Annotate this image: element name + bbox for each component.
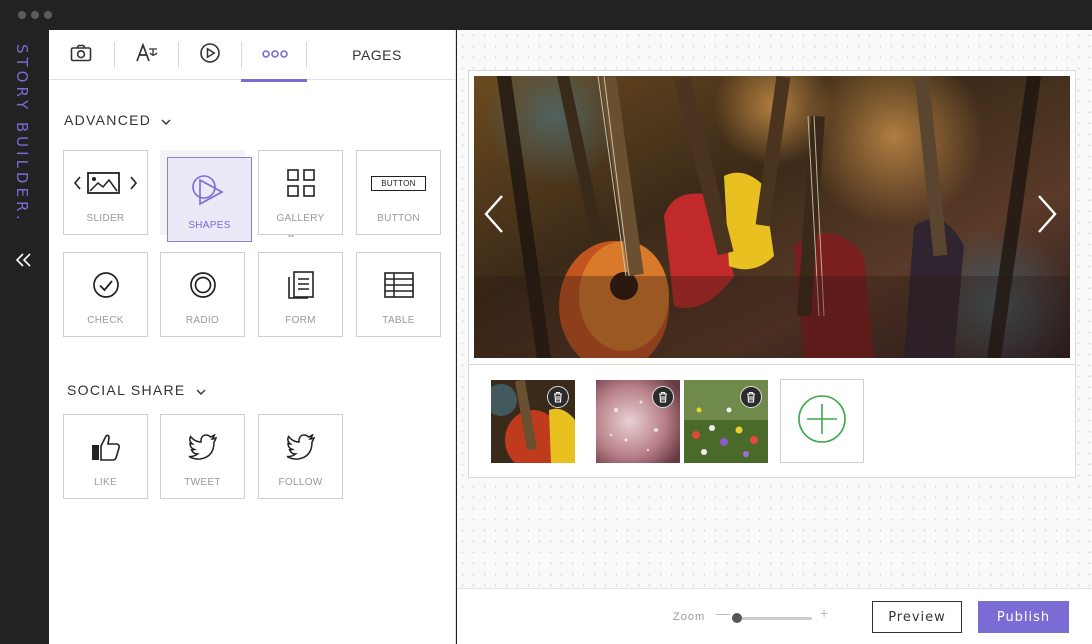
chevron-down-icon [196,382,206,398]
zoom-label: Zoom [673,611,706,623]
zoom-slider[interactable] [732,613,812,623]
delete-slide-icon[interactable] [740,386,762,408]
tab-text[interactable] [125,30,169,80]
component-form[interactable]: FORM [258,252,343,337]
add-slide-button[interactable] [780,379,864,463]
collapse-panel-icon[interactable] [13,250,35,270]
app-brand: STORY BUILDER. [13,44,31,224]
component-gallery[interactable]: GALLERY [258,150,343,235]
component-label: FOLLOW [278,477,323,488]
social-section-title: SOCIAL SHARE [67,382,186,398]
zoom-slider-knob[interactable] [732,613,742,623]
toolbar-divider [178,42,179,68]
window-titlebar [0,0,1092,30]
component-label: RADIO [185,315,220,326]
more-icon [262,46,288,64]
advanced-section-title: ADVANCED [64,112,152,128]
window-dot[interactable] [18,11,26,19]
tab-photo[interactable] [59,30,103,80]
chevron-down-icon [161,112,171,128]
tab-pages[interactable]: PAGES [319,30,435,80]
slider-next-icon[interactable] [1035,194,1059,239]
component-label: GALLERY [276,213,325,224]
table-icon [383,267,414,303]
slide-thumbnail[interactable] [491,380,575,463]
tab-more[interactable] [253,30,297,80]
tab-media[interactable] [188,30,232,80]
social-section-header[interactable]: SOCIAL SHARE [67,382,206,398]
shapes-icon [190,172,230,208]
component-button[interactable]: BUTTON BUTTON [356,150,441,235]
twitter-icon [286,429,316,465]
camera-icon [70,44,92,67]
component-shapes[interactable]: SHAPES [167,157,252,242]
delete-slide-icon[interactable] [547,386,569,408]
publish-button[interactable]: Publish [978,601,1069,633]
component-label: CHECK [87,315,124,326]
preview-button[interactable]: Preview [872,601,962,633]
editor-footer: Zoom — + Preview Publish [457,588,1092,644]
advanced-section-header[interactable]: ADVANCED [64,112,171,128]
component-label: SHAPES [188,220,231,231]
form-icon [287,267,314,303]
play-icon [199,42,221,69]
panel-toolbar: PAGES [49,30,456,82]
hero-image [474,76,1070,358]
component-follow[interactable]: FOLLOW [258,414,343,499]
zoom-in-button[interactable]: + [820,605,828,621]
component-label: BUTTON [377,213,420,224]
component-label: TABLE [382,315,415,326]
left-rail: STORY BUILDER. [0,30,49,644]
slide-thumbnail[interactable] [596,380,680,463]
twitter-icon [188,429,218,465]
component-label: LIKE [94,477,117,488]
button-icon: BUTTON [371,165,426,201]
component-radio[interactable]: RADIO [160,252,245,337]
slider-icon [73,165,138,201]
window-dot[interactable] [44,11,52,19]
slider-block[interactable] [468,70,1076,478]
toolbar-divider [114,42,115,68]
block-divider [469,364,1075,365]
text-icon [135,42,159,68]
component-label: FORM [285,315,316,326]
zoom-out-button[interactable]: — [716,605,730,621]
plus-circle-icon [797,394,847,449]
delete-slide-icon[interactable] [652,386,674,408]
slider-prev-icon[interactable] [482,194,506,239]
button-icon-text: BUTTON [371,175,426,191]
check-icon [92,267,120,303]
component-like[interactable]: LIKE [63,414,148,499]
slide-thumbnail[interactable] [684,380,768,463]
thumbs-up-icon [91,429,121,465]
component-panel: PAGES ADVANCED SLIDER SHAPES GALLERY BUT… [49,30,456,644]
gallery-icon [286,165,315,201]
toolbar-divider [306,42,307,68]
component-label: TWEET [184,477,221,488]
component-label: SLIDER [86,213,125,224]
tab-pages-label: PAGES [352,47,402,63]
component-table[interactable]: TABLE [356,252,441,337]
component-tweet[interactable]: TWEET [160,414,245,499]
window-dot[interactable] [31,11,39,19]
toolbar-divider [241,42,242,68]
radio-icon [189,267,217,303]
active-tab-indicator [241,79,307,82]
story-canvas [457,30,1092,588]
component-slider[interactable]: SLIDER [63,150,148,235]
component-check[interactable]: CHECK [63,252,148,337]
